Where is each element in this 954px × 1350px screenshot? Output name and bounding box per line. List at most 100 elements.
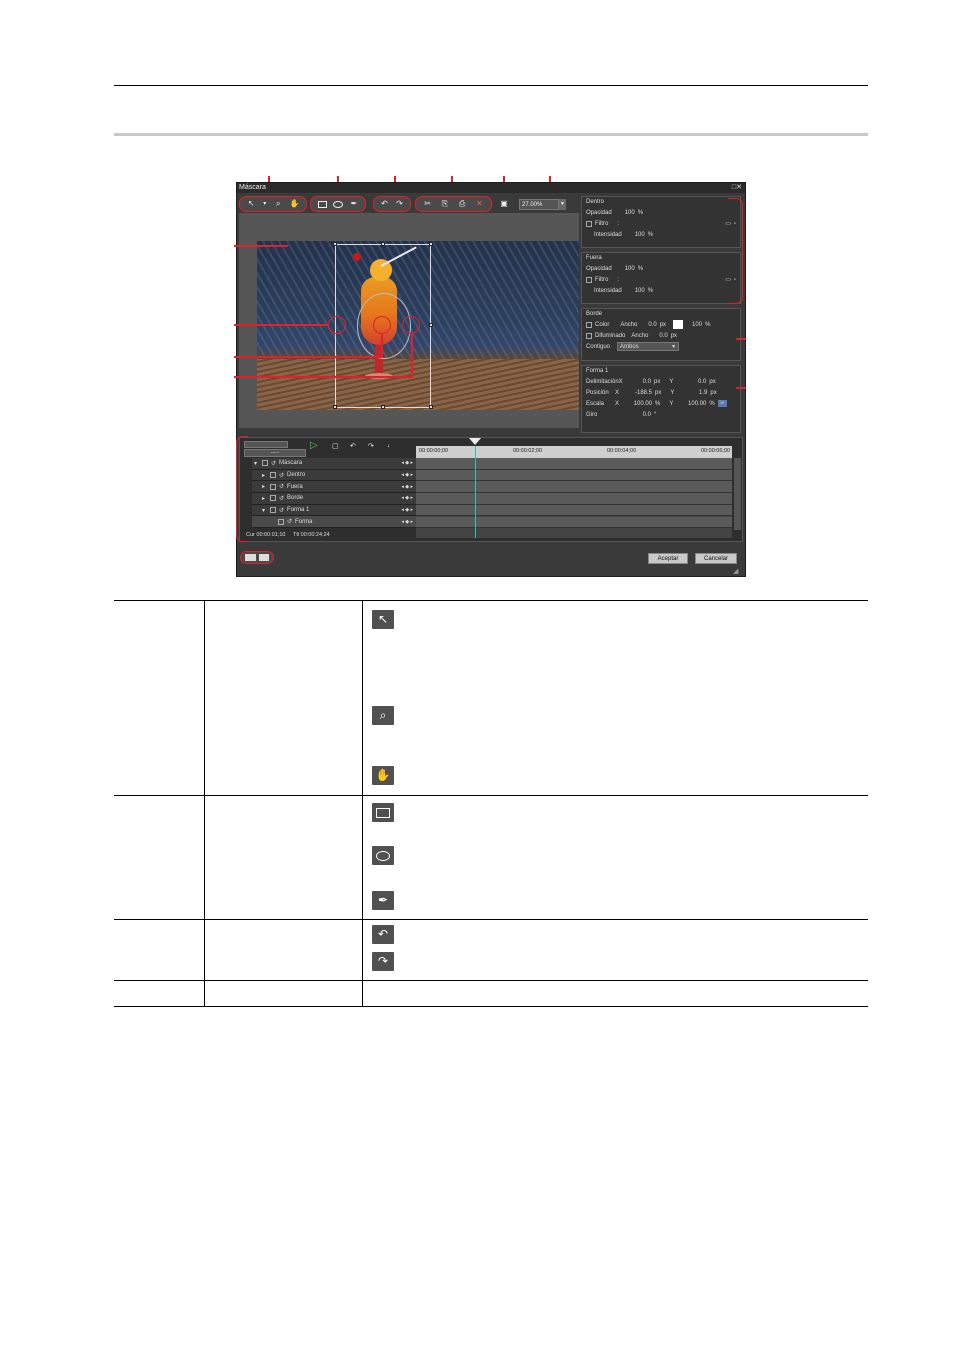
width-field[interactable]: 0.0	[648, 322, 656, 328]
feather-width-field[interactable]: 0.0	[659, 333, 667, 339]
keyframe-nav-icon[interactable]: ◂ ◆ ▸	[401, 495, 413, 501]
intensity-label: Intensidad	[594, 287, 622, 294]
undo-icon[interactable]: ↶	[350, 442, 356, 450]
timeline-stepper[interactable]: -----	[244, 449, 306, 457]
track-checkbox[interactable]	[270, 483, 276, 490]
intensity-field[interactable]: 100	[635, 232, 645, 238]
window-buttons[interactable]: □✕	[732, 184, 742, 192]
redo-icon[interactable]: ↷	[368, 442, 374, 450]
delete-icon[interactable]: ✕	[473, 198, 485, 210]
track-checkbox[interactable]	[262, 460, 268, 467]
contiguous-select[interactable]: Ambos ▼	[617, 342, 680, 351]
timeline-lane[interactable]	[416, 504, 732, 517]
pen-icon[interactable]: ✒	[348, 198, 360, 210]
intensity-field[interactable]: 100	[635, 288, 645, 294]
undo-icon[interactable]: ↶	[379, 198, 391, 210]
timeline-tracks-area[interactable]: 00:00:00;00 00:00:02;00 00:00:04;00 00:00:0…	[416, 438, 732, 538]
layout-single-icon[interactable]	[259, 554, 269, 561]
delim-x-field[interactable]: 0.0	[623, 379, 651, 385]
keyframe-nav-icon[interactable]: ◂ ◆ ▸	[401, 460, 413, 466]
layout-split-icon[interactable]	[245, 554, 256, 561]
scale-y-label: Y	[669, 400, 674, 407]
timeline-lane[interactable]	[416, 469, 732, 482]
ellipse-icon[interactable]	[332, 198, 344, 210]
scale-y-field[interactable]: 100.00	[676, 401, 706, 407]
mask-handle[interactable]	[429, 323, 433, 327]
ok-button[interactable]: Aceptar	[648, 553, 688, 564]
section-dentro: Dentro Opacidad 100 % Filtro : ▭ ▫ Inten…	[581, 196, 741, 248]
arrow-icon[interactable]: ↖	[245, 198, 257, 210]
timeline-lane[interactable]	[416, 516, 732, 529]
expand-open-icon[interactable]: ▾	[254, 460, 259, 467]
track-row[interactable]: ↺ Forma ◂ ◆ ▸	[252, 516, 416, 529]
link-icon[interactable]: ∞	[717, 400, 727, 407]
mask-handle[interactable]	[381, 405, 385, 409]
timeline-lane[interactable]	[416, 493, 732, 505]
mask-handle[interactable]	[333, 242, 337, 246]
track-row[interactable]: ▾ ↺ Forma 1 ◂ ◆ ▸	[252, 504, 416, 517]
resize-grip-icon[interactable]: ◢	[733, 567, 738, 575]
mask-handle[interactable]	[333, 405, 337, 409]
mask-handle[interactable]	[429, 242, 433, 246]
opacity-field[interactable]: 100	[625, 266, 635, 272]
add-keyframe-icon[interactable]: ▢	[332, 442, 339, 450]
forma-rotation-row: Giro 0.0 °	[586, 409, 736, 420]
layout-toggle[interactable]	[240, 551, 274, 564]
keyframe-nav-icon[interactable]: ◂ ◆ ▸	[401, 484, 413, 490]
timeline-zoom-slider[interactable]	[244, 441, 288, 448]
expand-closed-icon[interactable]: ▸	[262, 483, 267, 490]
track-row[interactable]: ▸ ↺ Borde ◂ ◆ ▸	[252, 493, 416, 505]
scale-x-field[interactable]: 100.00	[622, 401, 652, 407]
time-ruler[interactable]: 00:00:00;00 00:00:02;00 00:00:04;00 00:00:0…	[416, 446, 732, 458]
copy-icon[interactable]: ⎘	[439, 198, 451, 210]
pos-x-field[interactable]: -188.5	[622, 390, 652, 396]
redo-icon[interactable]: ↷	[394, 198, 406, 210]
rectangle-icon[interactable]	[316, 198, 328, 210]
feather-checkbox[interactable]	[586, 332, 592, 339]
keyframe-nav-icon[interactable]: ◂ ◆ ▸	[401, 507, 413, 513]
rotation-field[interactable]: 0.0	[623, 412, 651, 418]
track-row[interactable]: ▾ ↺ Máscara ◂ ◆ ▸	[252, 458, 416, 470]
keyframe-nav-icon[interactable]: ◂ ◆ ▸	[401, 472, 413, 478]
timeline-lane[interactable]	[416, 481, 732, 494]
expand-open-icon[interactable]: ▾	[262, 507, 267, 514]
track-row[interactable]: ▸ ↺ Dentro ◂ ◆ ▸	[252, 469, 416, 482]
track-checkbox[interactable]	[270, 472, 276, 479]
filter-checkbox[interactable]	[586, 276, 592, 283]
pos-y-field[interactable]: 1.9	[677, 390, 707, 396]
track-checkbox[interactable]	[278, 518, 284, 525]
fuera-intensity-row: Intensidad 100 %	[586, 285, 736, 296]
opacity-field[interactable]: 100	[625, 210, 635, 216]
cancel-button[interactable]: Cancelar	[695, 553, 737, 564]
zoom-icon[interactable]: ⌕	[272, 198, 284, 210]
play-icon[interactable]: ▷	[310, 440, 318, 451]
expand-closed-icon[interactable]: ▸	[262, 495, 267, 502]
view-mode-icon[interactable]: ▣	[498, 198, 510, 210]
tool-group-edit: ✂ ⎘ ⎙ ✕	[415, 196, 492, 212]
playhead[interactable]	[475, 446, 476, 538]
timeline-lane[interactable]	[416, 458, 732, 470]
track-checkbox[interactable]	[270, 507, 276, 514]
scale-x-unit: %	[655, 400, 661, 407]
cut-icon[interactable]: ✂	[422, 198, 434, 210]
mask-handle[interactable]	[381, 242, 385, 246]
hand-icon[interactable]: ✋	[289, 198, 301, 210]
zoom-dropdown-icon[interactable]: ▼	[559, 199, 566, 210]
vertical-scrollbar[interactable]	[734, 458, 741, 530]
filter-checkbox[interactable]	[586, 220, 592, 227]
color-opacity-field[interactable]: 100	[692, 322, 702, 328]
color-swatch[interactable]	[673, 320, 684, 329]
playhead-handle-icon[interactable]	[469, 438, 481, 445]
track-row[interactable]: ▸ ↺ Fuera ◂ ◆ ▸	[252, 481, 416, 494]
track-checkbox[interactable]	[270, 495, 276, 502]
delim-y-field[interactable]: 0.0	[676, 379, 706, 385]
zoom-field[interactable]: 27.00%	[519, 199, 559, 210]
graph-icon[interactable]: ⨾	[388, 442, 389, 450]
expand-closed-icon[interactable]: ▸	[262, 472, 267, 479]
paste-icon[interactable]: ⎙	[456, 198, 468, 210]
mask-handle[interactable]	[429, 405, 433, 409]
keyframe-icon: ↺	[271, 460, 277, 467]
chevron-down-icon[interactable]: ▾	[262, 198, 268, 210]
keyframe-nav-icon[interactable]: ◂ ◆ ▸	[401, 519, 413, 525]
color-checkbox[interactable]	[586, 321, 592, 328]
